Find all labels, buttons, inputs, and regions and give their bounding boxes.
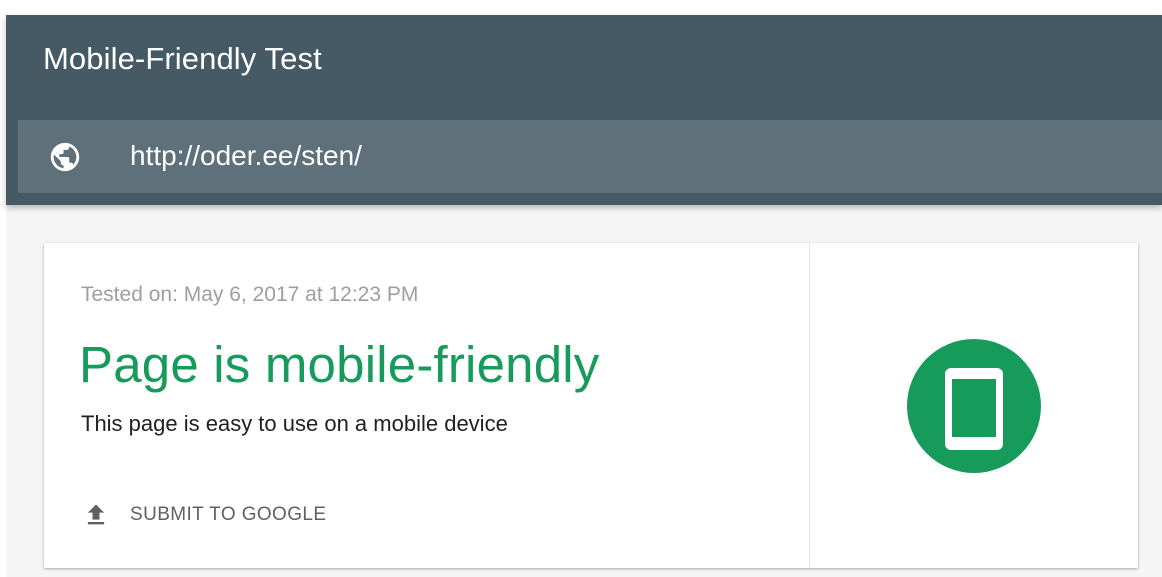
result-status-title: Page is mobile-friendly xyxy=(79,336,600,393)
page: Mobile-Friendly Test http://oder.ee/sten… xyxy=(0,0,1162,577)
submit-button-label: SUBMIT TO GOOGLE xyxy=(130,504,327,525)
card-divider xyxy=(809,243,810,568)
globe-icon xyxy=(50,142,80,172)
upload-icon xyxy=(87,504,105,525)
tested-on-timestamp: Tested on: May 6, 2017 at 12:23 PM xyxy=(81,283,419,306)
url-input[interactable]: http://oder.ee/sten/ xyxy=(130,140,362,172)
result-card: Tested on: May 6, 2017 at 12:23 PM Page … xyxy=(44,243,1138,568)
app-title: Mobile-Friendly Test xyxy=(43,41,322,76)
app-header: Mobile-Friendly Test http://oder.ee/sten… xyxy=(6,15,1162,205)
submit-to-google-button[interactable]: SUBMIT TO GOOGLE xyxy=(74,493,334,537)
mobile-phone-icon xyxy=(907,339,1041,473)
result-description: This page is easy to use on a mobile dev… xyxy=(81,411,508,436)
url-bar[interactable]: http://oder.ee/sten/ xyxy=(18,120,1162,193)
